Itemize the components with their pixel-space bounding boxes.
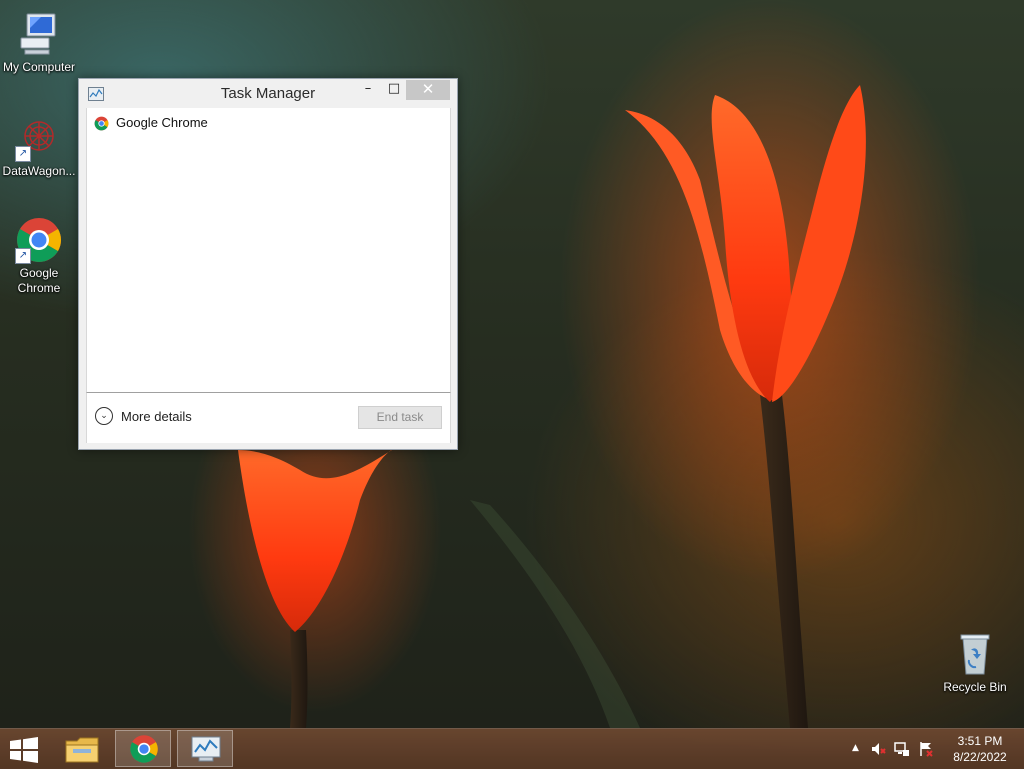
process-list[interactable]: Google Chrome	[86, 108, 451, 392]
taskbar-task-manager[interactable]	[177, 730, 233, 767]
desktop-icon-label: Recycle Bin	[943, 680, 1007, 694]
start-icon[interactable]	[9, 737, 39, 763]
end-task-button[interactable]: End task	[358, 406, 442, 429]
desktop-icon-datawagon[interactable]: ↗ DataWagon...	[0, 114, 78, 179]
taskbar-google-chrome[interactable]	[115, 730, 171, 767]
taskbar: ▲ 3:51 PM 8/22/2022	[0, 728, 1024, 769]
desktop-icon-my-computer[interactable]: My Computer	[0, 10, 78, 75]
desktop-icon-recycle-bin[interactable]: Recycle Bin	[936, 630, 1014, 695]
file-explorer-icon	[65, 737, 99, 763]
chrome-icon	[94, 116, 109, 131]
show-hidden-icons-button[interactable]: ▲	[852, 743, 859, 753]
shortcut-arrow-icon: ↗	[15, 248, 31, 264]
chrome-icon	[130, 735, 158, 763]
clock-date[interactable]: 8/22/2022	[945, 750, 1015, 764]
tulip-stem-small	[290, 630, 308, 728]
leaf-blur	[470, 500, 640, 728]
task-manager-icon	[191, 736, 221, 762]
desktop-icon-label: My Computer	[2, 60, 76, 74]
shortcut-arrow-icon: ↗	[15, 146, 31, 162]
more-details-label: More details	[121, 409, 192, 424]
clock-time[interactable]: 3:51 PM	[945, 734, 1015, 748]
process-name: Google Chrome	[116, 115, 208, 130]
maximize-button[interactable]: □	[383, 80, 405, 100]
volume-muted-icon[interactable]	[870, 741, 886, 757]
minimize-button[interactable]: –	[357, 80, 379, 100]
close-button[interactable]: ✕	[406, 80, 450, 100]
desktop-icon-label: Google Chrome	[17, 266, 61, 295]
tulip-small	[238, 448, 395, 632]
chrome-icon: ↗	[15, 216, 63, 264]
action-center-icon[interactable]	[918, 741, 934, 757]
network-icon[interactable]	[894, 741, 910, 757]
task-manager-window[interactable]: Task Manager – □ ✕ Google Chrome ⌄ More …	[78, 78, 458, 450]
taskbar-file-explorer[interactable]	[54, 730, 110, 767]
datawagon-icon: ↗	[15, 114, 63, 162]
system-tray: ▲ 3:51 PM 8/22/2022	[844, 729, 1024, 769]
task-manager-footer: ⌄ More details End task	[86, 392, 451, 443]
tulip-stem-large	[760, 395, 808, 728]
desktop-icon-label: DataWagon...	[2, 164, 76, 178]
chevron-down-icon: ⌄	[95, 407, 113, 425]
desktop-icon-google-chrome[interactable]: ↗ Google Chrome	[0, 216, 78, 296]
title-bar[interactable]: Task Manager – □ ✕	[79, 79, 457, 108]
recycle-bin-icon	[951, 630, 999, 678]
computer-icon	[15, 10, 63, 58]
